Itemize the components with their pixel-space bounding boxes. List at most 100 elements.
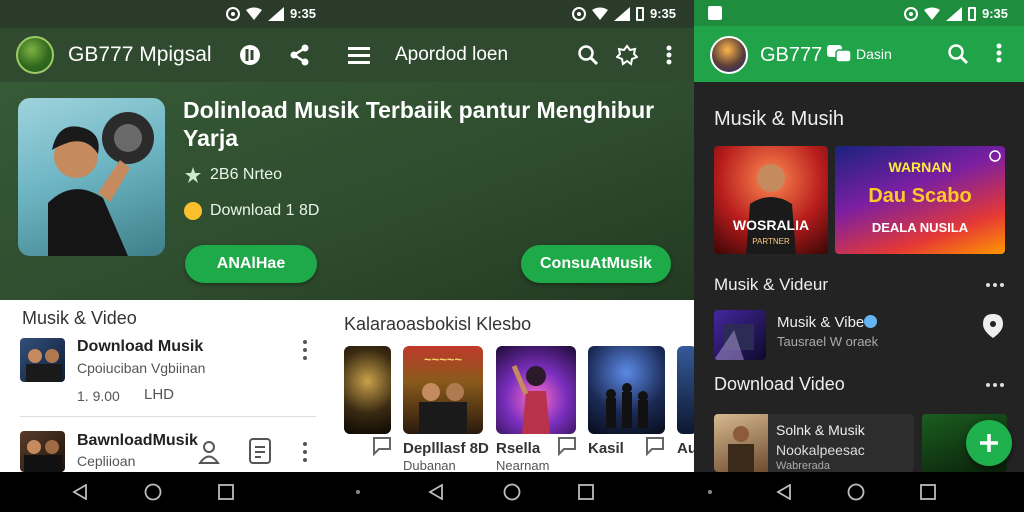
signal-icon xyxy=(614,6,630,21)
wifi-icon xyxy=(592,7,608,20)
media-card[interactable] xyxy=(496,346,576,434)
fab-add-button[interactable] xyxy=(966,420,1012,466)
back-icon[interactable] xyxy=(428,484,444,500)
comment-icon[interactable] xyxy=(644,436,666,456)
app-bar: GB777 Mpigsal Apordod loen xyxy=(0,28,694,82)
wifi-icon xyxy=(924,7,940,20)
status-bar: 9:35 9:35 xyxy=(0,0,694,28)
settings-icon[interactable] xyxy=(613,41,641,69)
media-card[interactable] xyxy=(344,346,391,434)
card-title: Kasil xyxy=(588,440,624,457)
secondary-button[interactable]: ConsuAtMusik xyxy=(521,245,671,283)
more-icon[interactable] xyxy=(986,283,1004,287)
card-subtitle: Dubanan xyxy=(403,458,456,473)
hero-title: Dolinload Musik Terbaiik pantur Menghibu… xyxy=(183,97,655,151)
nav-dot xyxy=(356,490,360,494)
home-icon[interactable] xyxy=(144,483,162,501)
avatar[interactable] xyxy=(710,36,748,74)
list-item[interactable]: Download Musik Cpoiuciban Vgbiinan 1. 9.… xyxy=(20,336,316,408)
app-bar: GB777 Dasin xyxy=(694,26,1024,82)
chip-label[interactable]: Dasin xyxy=(856,46,892,62)
recents-icon[interactable] xyxy=(920,484,936,500)
downloads-text: Download 1 8D xyxy=(210,202,320,219)
feature-card[interactable]: WOSRALIA PARTNER xyxy=(714,146,828,254)
status-icons: 9:35 xyxy=(904,6,1008,21)
hero-artwork[interactable] xyxy=(18,98,165,256)
download-card-title: Solnk & Musik xyxy=(776,422,865,438)
menu-label[interactable]: Apordod loen xyxy=(395,44,508,66)
home-icon[interactable] xyxy=(503,483,521,501)
sync-icon xyxy=(904,6,918,21)
menu-icon[interactable] xyxy=(345,41,373,69)
feature-card-title: Dau Scabo xyxy=(868,185,971,207)
coin-icon xyxy=(184,202,202,220)
signal-icon xyxy=(268,6,284,21)
media-card[interactable] xyxy=(588,346,665,434)
share-icon[interactable] xyxy=(286,41,314,69)
comment-icon[interactable] xyxy=(556,436,578,456)
home-icon[interactable] xyxy=(847,483,865,501)
plus-icon xyxy=(980,434,998,452)
location-icon[interactable] xyxy=(982,313,1004,339)
feature-card-subtitle: PARTNER xyxy=(752,237,790,246)
back-icon[interactable] xyxy=(776,484,792,500)
download-card[interactable]: Solnk & Musik Nookalpeesac Wabrerada xyxy=(714,414,914,472)
media-card[interactable]: ~~~~~ xyxy=(403,346,483,434)
feature-card-title: WOSRALIA xyxy=(733,217,809,233)
chat-icon[interactable] xyxy=(826,42,852,64)
nav-dot xyxy=(708,490,712,494)
feature-card[interactable]: WARNAN Dau Scabo DEALA NUSILA xyxy=(835,146,1005,254)
more-icon[interactable] xyxy=(302,442,308,462)
system-nav-bar xyxy=(694,472,1024,512)
right-screen: 9:35 GB777 Dasin Musik & Musih WOSRALIA … xyxy=(694,0,1024,512)
status-icons-right: 9:35 xyxy=(572,6,676,21)
row-price: 1. 9.00 xyxy=(77,388,120,404)
system-nav-bar xyxy=(0,472,694,512)
avatar[interactable] xyxy=(16,36,54,74)
recents-icon[interactable] xyxy=(578,484,594,500)
recents-icon[interactable] xyxy=(218,484,234,500)
shield-icon[interactable] xyxy=(236,41,264,69)
row-thumbnail xyxy=(20,431,65,472)
list-item[interactable]: BawnloadMusik Cepliioan xyxy=(20,428,316,472)
download-card-subtitle: Nookalpeesac xyxy=(776,442,865,458)
video-title: Musik & Vibe xyxy=(777,314,865,331)
card-title: Au xyxy=(677,440,694,457)
verified-icon xyxy=(864,315,877,328)
comment-icon[interactable] xyxy=(371,436,393,456)
search-icon[interactable] xyxy=(574,41,602,69)
download-card-caption: Wabrerada xyxy=(776,460,831,472)
feature-card-subtitle: DEALA NUSILA xyxy=(872,220,969,235)
search-icon[interactable] xyxy=(947,43,969,65)
primary-button[interactable]: ANAlHae xyxy=(185,245,317,283)
app-notification-icon xyxy=(708,6,722,20)
signal-icon xyxy=(946,6,962,21)
status-time: 9:35 xyxy=(982,6,1009,21)
section-title-karaoke: Kalaraoasbokisl Klesbo xyxy=(344,314,532,334)
more-icon[interactable] xyxy=(302,340,308,360)
video-thumbnail[interactable] xyxy=(714,310,766,360)
section-title-download-video: Download Video xyxy=(714,374,845,394)
download-card-thumbnail xyxy=(714,414,768,472)
more-icon[interactable] xyxy=(655,41,683,69)
hero-downloads: Download 1 8D xyxy=(184,202,319,220)
divider xyxy=(20,416,316,417)
section-title-music: Musik & Musih xyxy=(714,108,845,130)
sync-icon xyxy=(572,6,586,21)
rating-text: 2B6 Nrteo xyxy=(210,166,283,183)
video-subtitle: Tausrael W oraek xyxy=(777,334,879,349)
media-card[interactable] xyxy=(677,346,694,434)
section-title-music-video: Musik & Video xyxy=(22,308,137,328)
back-icon[interactable] xyxy=(72,484,88,500)
row-quality: LHD xyxy=(144,386,175,403)
row-title: BawnloadMusik xyxy=(77,432,198,449)
row-subtitle: Cpoiuciban Vgbiinan xyxy=(77,360,206,376)
feature-card-top: WARNAN xyxy=(889,159,952,175)
card-title: Deplllasf 8D xyxy=(403,440,489,457)
sync-icon xyxy=(226,6,240,21)
svg-text:~~~~~: ~~~~~ xyxy=(424,352,462,367)
document-icon[interactable] xyxy=(249,438,271,464)
more-icon[interactable] xyxy=(996,43,1002,63)
more-icon[interactable] xyxy=(986,383,1004,387)
profile-icon[interactable] xyxy=(198,440,220,464)
